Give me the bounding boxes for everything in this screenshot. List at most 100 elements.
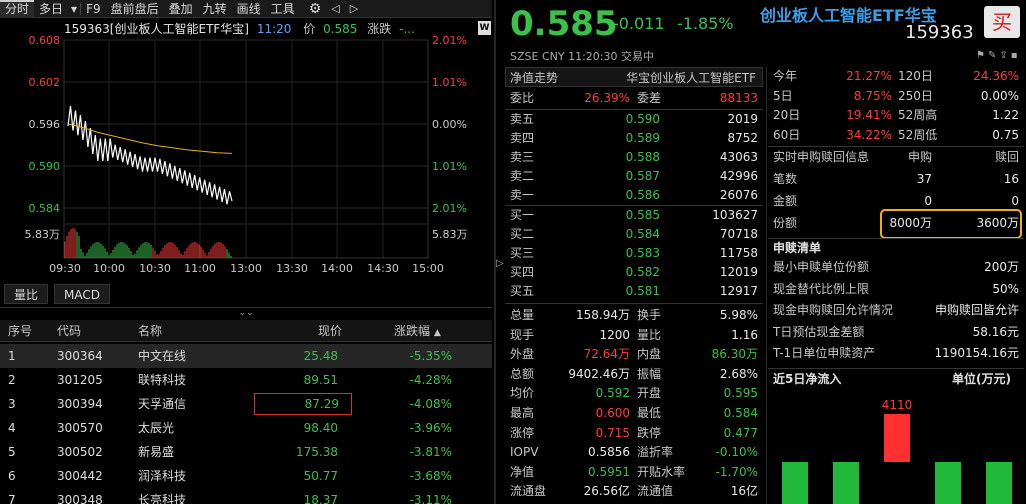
tab-nav-trend[interactable]: 净值走势 [510,69,558,86]
x-tick-label: 14:00 [321,262,353,275]
stat-label: IOPV [510,445,539,460]
collapse-chevron-icon[interactable]: ⌄⌄ [0,307,492,319]
col-price[interactable]: 现价 [318,321,342,341]
close-icon[interactable]: ▪ [1011,50,1021,61]
row-index: 7 [8,493,16,504]
panel-divider [494,0,496,504]
realtime-label: 金额 [773,194,798,208]
shenshu-value: 1190154.16元 [934,346,1019,360]
x-tick-label: 14:30 [367,262,399,275]
price-change-pct: -1.85% [677,14,734,33]
ask-price[interactable]: 0.586 [590,186,660,205]
table-row[interactable]: 2 301205 联特科技 89.51 -4.28% [0,368,492,392]
weicha-value: 88133 [719,91,758,105]
ask-price[interactable]: 0.588 [590,148,660,167]
ask-price[interactable]: 0.587 [590,167,660,186]
perf-label: 120日 [898,69,933,83]
chart-change: -... [399,22,415,36]
f9-button[interactable]: F9 [81,0,106,18]
row-price: 98.40 [303,421,338,435]
bid-price[interactable]: 0.584 [590,225,660,244]
col-change-pct[interactable]: 涨跌幅 ▲ [394,321,441,341]
bid-price[interactable]: 0.583 [590,244,660,263]
table-row[interactable]: 4 300570 太辰光 98.40 -3.96% [0,416,492,440]
settings-gear-icon[interactable]: ⚙ [304,0,327,18]
chevron-right-icon[interactable]: ▷ [345,0,363,18]
x-tick-label: 09:30 [49,262,81,275]
tab-macd[interactable]: MACD [54,284,110,304]
row-name: 新易盛 [138,445,175,459]
table-row[interactable]: 5 300502 新易盛 175.38 -3.81% [0,440,492,464]
tab-multi-day[interactable]: 多日 [34,0,68,18]
bid-price[interactable]: 0.582 [590,263,660,282]
y-tick-label: 0.590 [29,160,61,173]
weibi-value: 26.39% [584,91,630,105]
buy-button[interactable]: 买 [984,6,1020,38]
share-icon[interactable]: ⇪ [999,50,1010,61]
draw-line-button[interactable]: 画线 [232,0,266,18]
row-change-pct: -3.68% [409,469,452,483]
tab-intraday[interactable]: 分时 [0,0,35,18]
y-tick-label: 0.608 [29,36,61,47]
col-index[interactable]: 序号 [8,321,32,341]
y-tick-label: 0.584 [29,202,61,215]
table-row[interactable]: 7 300348 长亮科技 18.37 -3.11% [0,488,492,504]
bid-price[interactable]: 0.585 [590,206,660,225]
divider [505,303,763,304]
vol-label-left: 5.83万 [25,228,61,241]
stat-label: 涨停 [510,425,535,440]
ask-level-label: 卖四 [510,131,535,145]
table-row[interactable]: 1 300364 中文在线 25.48 -5.35% [0,344,492,368]
shenshu-title: 申赎清单 [773,241,822,255]
change-label: 涨跌 [367,22,392,36]
table-row[interactable]: 3 300394 天孚通信 87.29 -4.08% [0,392,492,416]
pre-post-market-button[interactable]: 盘前盘后 [106,0,164,18]
quote-time: 11:20:30 [568,50,618,63]
realtime-col-redeem: 赎回 [994,150,1019,164]
tools-button[interactable]: 工具 [266,0,300,18]
nine-turn-button[interactable]: 九转 [198,0,232,18]
bid-price[interactable]: 0.581 [590,282,660,301]
ask-price[interactable]: 0.590 [590,110,660,129]
shenshu-value: 申购赎回皆允许 [934,303,1019,317]
ask-price[interactable]: 0.589 [590,129,660,148]
ask-level-label: 卖五 [510,112,535,126]
stat-value: 0.5856 [588,445,630,460]
stat-label: 总额 [510,366,535,381]
wd-badge[interactable]: W [478,21,491,35]
stat-label: 总量 [510,308,535,322]
tab-etf-name[interactable]: 华宝创业板人工智能ETF [600,69,756,86]
quote-meta: SZSE CNY 11:20:30 交易中 [510,48,654,64]
x-tick-label: 13:30 [276,262,308,275]
row-change-pct: -4.08% [409,397,452,411]
flow-title: 近5日净流入 [773,372,842,386]
row-index: 5 [8,445,16,459]
dropdown-arrow-icon[interactable]: ▾ [68,0,80,18]
realtime-col-subscribe: 申购 [907,150,932,164]
stat-label: 最低 [637,406,662,420]
vol-label-right: 5.83万 [432,228,468,241]
chart-price: 0.585 [323,22,358,36]
table-row[interactable]: 6 300442 润泽科技 50.77 -3.68% [0,464,492,488]
chart-toolbar: 分时 多日 ▾ F9 盘前盘后 叠加 九转 画线 工具 ⚙ ◁ ▷ [0,0,492,18]
perf-value: 0.75 [992,127,1019,142]
row-name: 润泽科技 [138,469,187,483]
edit-icon[interactable]: ✎ [988,50,999,61]
stat-label: 量比 [637,327,662,342]
overlay-button[interactable]: 叠加 [164,0,198,18]
row-index: 2 [8,373,16,387]
col-code[interactable]: 代码 [57,321,81,341]
perf-value: 34.22% [846,127,892,142]
divider [768,146,1024,147]
bell-icon[interactable]: ⚑ [976,50,988,61]
inflow-bar [884,414,910,462]
chevron-left-icon[interactable]: ◁ [326,0,344,18]
bid-level-label: 买四 [510,265,535,279]
stat-label: 流通值 [637,484,674,499]
expand-arrow-icon[interactable]: ▷ [496,258,504,269]
tab-volume-ratio[interactable]: 量比 [4,284,49,304]
sort-up-icon[interactable]: ▲ [434,328,441,338]
col-name[interactable]: 名称 [138,321,162,341]
bid-volume: 103627 [712,208,758,222]
perf-value: 24.36% [973,69,1019,83]
